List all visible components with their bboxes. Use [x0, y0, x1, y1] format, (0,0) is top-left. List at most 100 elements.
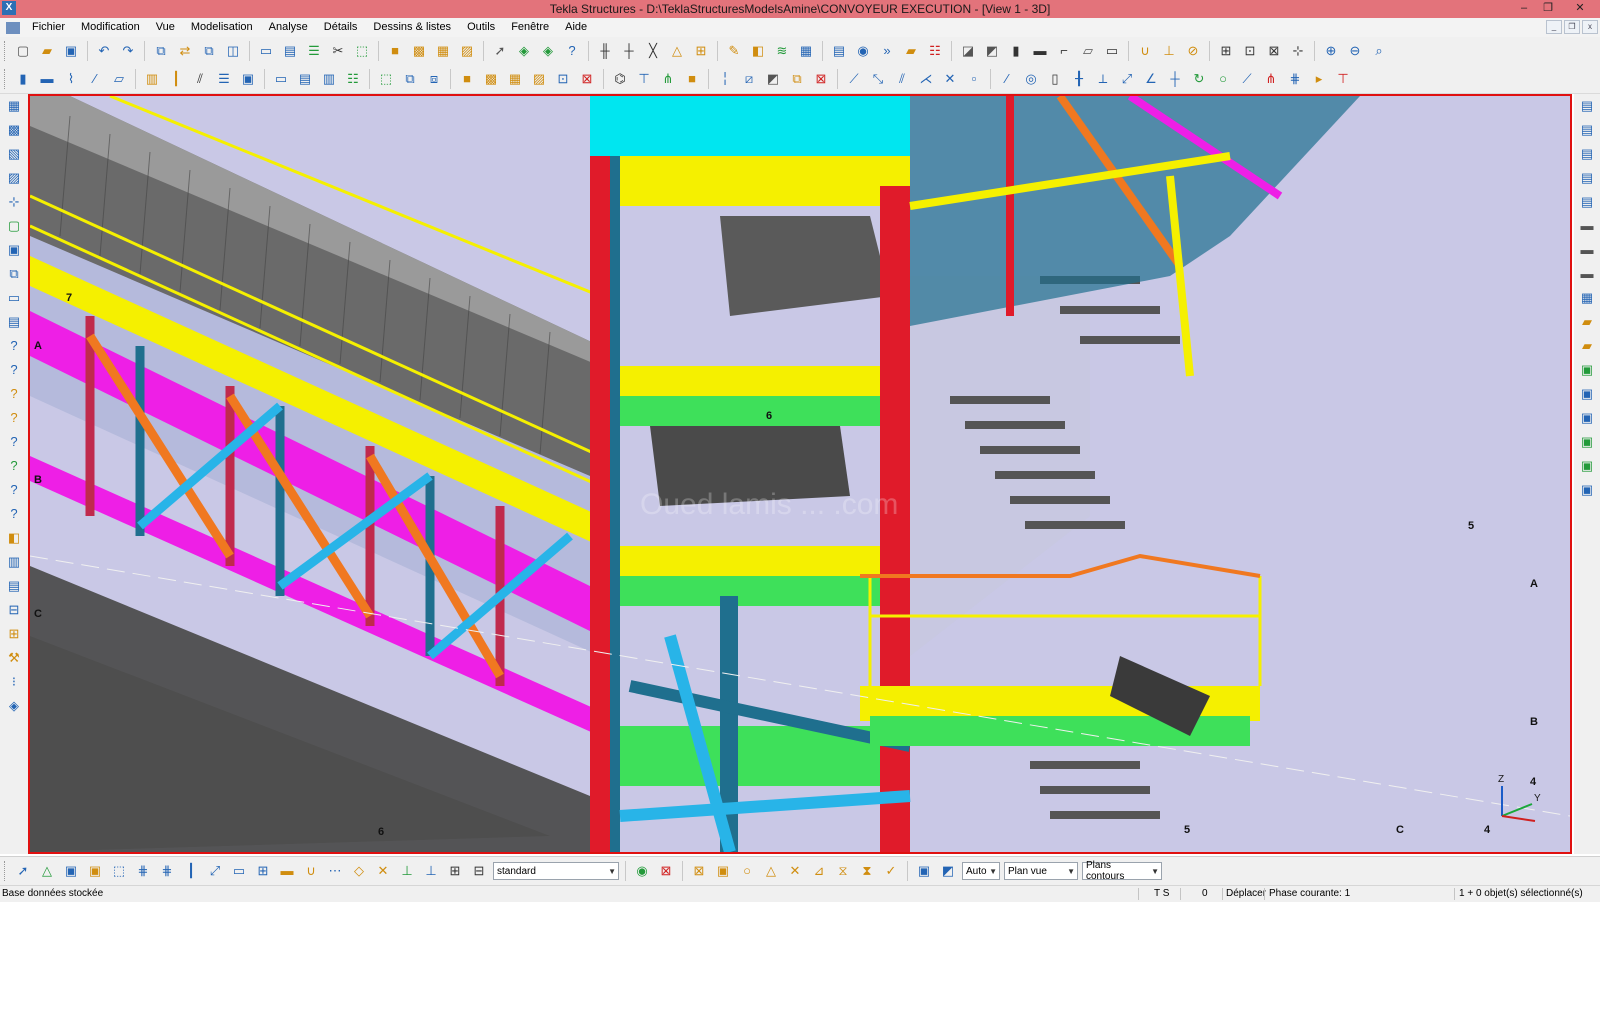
show-cast-unit-icon[interactable]: ▨	[4, 168, 24, 188]
hierarchy-icon[interactable]: ⋔	[658, 69, 678, 89]
view-side-icon[interactable]: ▥	[319, 69, 339, 89]
forward-icon[interactable]: »	[877, 41, 897, 61]
part-filter-icon[interactable]: ■	[457, 69, 477, 89]
split-icon[interactable]: ▥	[4, 552, 24, 572]
import-icon[interactable]: ▣	[1577, 384, 1597, 404]
close-button[interactable]: ✕	[1560, 0, 1600, 18]
open-model-icon[interactable]: ▰	[37, 41, 57, 61]
view-plane-icon[interactable]: ▭	[271, 69, 291, 89]
select-assembly-icon[interactable]: ⧉	[400, 69, 420, 89]
folder-icon[interactable]: ▰	[1577, 312, 1597, 332]
chamfer-icon[interactable]: ⊟	[4, 600, 24, 620]
show-assembly-icon[interactable]: ▩	[4, 120, 24, 140]
binoculars-icon[interactable]: ⌬	[610, 69, 630, 89]
select-parts-filter-icon[interactable]: ▣	[61, 861, 81, 881]
snap-plane-icon[interactable]: ▣	[914, 861, 934, 881]
weld-icon[interactable]: ∪	[1135, 41, 1155, 61]
clip-plane-icon[interactable]: ◧	[748, 41, 768, 61]
assembly-icon[interactable]: ▩	[409, 41, 429, 61]
view-box-icon[interactable]: ▭	[4, 288, 24, 308]
view-area-icon[interactable]: ▢	[4, 216, 24, 236]
help-icon[interactable]: ?	[562, 41, 582, 61]
representation-icon[interactable]: ▦	[796, 41, 816, 61]
point-extension-icon[interactable]: ⤡	[868, 69, 888, 89]
clear-filter-icon[interactable]: ⊠	[577, 69, 597, 89]
view-fit-icon[interactable]: ▣	[4, 240, 24, 260]
inquire-icon[interactable]: ☷	[925, 41, 945, 61]
check-clash-icon[interactable]: ⁝	[4, 672, 24, 692]
menu-modification[interactable]: Modification	[73, 18, 148, 37]
select-objects-icon[interactable]: ⧈	[424, 69, 444, 89]
menu-outils[interactable]: Outils	[459, 18, 503, 37]
cut-part-icon[interactable]: ◩	[763, 69, 783, 89]
select-reference-icon[interactable]: ⋯	[325, 861, 345, 881]
create-single-drawing-icon[interactable]: ▤	[1577, 144, 1597, 164]
pick-icon[interactable]: ✎	[724, 41, 744, 61]
drawing-print-icon[interactable]: ▬	[1577, 240, 1597, 260]
menu-vue[interactable]: Vue	[148, 18, 183, 37]
snap-any-position-icon[interactable]: ⧖	[833, 861, 853, 881]
assembly-filter-icon[interactable]: ▩	[481, 69, 501, 89]
create-polybeam-icon[interactable]: ⌇	[61, 69, 81, 89]
create-drawing-icon[interactable]: ▤	[1577, 96, 1597, 116]
copy-icon[interactable]: ⧉	[151, 41, 171, 61]
inquire-assembly-icon[interactable]: ?	[4, 360, 24, 380]
view-list-icon[interactable]: ☰	[304, 41, 324, 61]
select-bolts-icon[interactable]: ⤢	[205, 861, 225, 881]
selection-filter-select[interactable]: standard ▼	[493, 862, 619, 880]
projection-point-icon[interactable]: ⋌	[916, 69, 936, 89]
menu-fenetre[interactable]: Fenêtre	[503, 18, 557, 37]
bolt-icon[interactable]: ⊥	[1159, 41, 1179, 61]
snap-grid-icon[interactable]: ⋕	[1285, 69, 1305, 89]
create-curved-beam-icon[interactable]: ⁄	[85, 69, 105, 89]
inquire-bolt-icon[interactable]: ?	[4, 432, 24, 452]
redo-icon[interactable]: ↷	[118, 41, 138, 61]
create-beam-icon[interactable]: ▬	[37, 69, 57, 89]
select-gridlines-icon[interactable]: ┃	[181, 861, 201, 881]
snap-free-point-icon[interactable]: ✓	[881, 861, 901, 881]
drawing-plot-icon[interactable]: ▬	[1577, 264, 1597, 284]
select-phase-icon[interactable]: ⊟	[469, 861, 489, 881]
snap-center-icon[interactable]: ⊤	[1333, 69, 1353, 89]
cut-line-icon[interactable]: ╎	[715, 69, 735, 89]
snap-circle-icon[interactable]: ○	[1213, 69, 1233, 89]
cut-polygon-icon[interactable]: ⧄	[739, 69, 759, 89]
snap-reference-icon[interactable]: ⋔	[1261, 69, 1281, 89]
work-area-icon[interactable]: ⬚	[352, 41, 372, 61]
cast-unit-filter-icon[interactable]: ▨	[529, 69, 549, 89]
mdi-close-button[interactable]: x	[1582, 20, 1598, 34]
layers-icon[interactable]: ≋	[772, 41, 792, 61]
select-switch-icon[interactable]: ➚	[490, 41, 510, 61]
snap-arc-icon[interactable]: ↻	[1189, 69, 1209, 89]
create-view-icon[interactable]: ▤	[280, 41, 300, 61]
publish-icon[interactable]: ▣	[1577, 432, 1597, 452]
snap-perpendicular-icon[interactable]: ⟂	[1093, 69, 1113, 89]
export-icon[interactable]: ▣	[1577, 360, 1597, 380]
fitting-icon[interactable]: ⧉	[787, 69, 807, 89]
list-beam-icon[interactable]: ☰	[214, 69, 234, 89]
numbering-icon[interactable]: ◈	[514, 41, 534, 61]
plane-select[interactable]: Plan vue ▼	[1004, 862, 1078, 880]
parallel-point-icon[interactable]: ⫽	[892, 69, 912, 89]
inquire-weld-icon[interactable]: ?	[4, 408, 24, 428]
beam-icon[interactable]: ▬	[1030, 41, 1050, 61]
column-icon[interactable]: ▮	[1006, 41, 1026, 61]
bracing-icon[interactable]: ⫽	[190, 69, 210, 89]
inquire-drawing-icon[interactable]: ?	[4, 480, 24, 500]
share-icon[interactable]: ▣	[1577, 456, 1597, 476]
slab-icon[interactable]: ◩	[982, 41, 1002, 61]
snap-end-icon[interactable]: ┼	[1165, 69, 1185, 89]
cut-icon[interactable]: ✂	[328, 41, 348, 61]
part-icon[interactable]: ■	[385, 41, 405, 61]
polybeam-icon[interactable]: ⌐	[1054, 41, 1074, 61]
organizer-icon[interactable]: ◈	[4, 696, 24, 716]
view-list2-icon[interactable]: ☷	[343, 69, 363, 89]
zoom-in-icon[interactable]: ⊕	[1321, 41, 1341, 61]
find-part-icon[interactable]: ⊤	[634, 69, 654, 89]
intersection-point-icon[interactable]: ✕	[940, 69, 960, 89]
select-components-icon[interactable]: ⊞	[253, 861, 273, 881]
depth-select[interactable]: Plans contours ▼	[1082, 860, 1162, 882]
contour-plate-icon[interactable]: ▭	[1102, 41, 1122, 61]
grid-snap-icon[interactable]: ⊞	[1216, 41, 1236, 61]
show-all-icon[interactable]: ⊹	[4, 192, 24, 212]
